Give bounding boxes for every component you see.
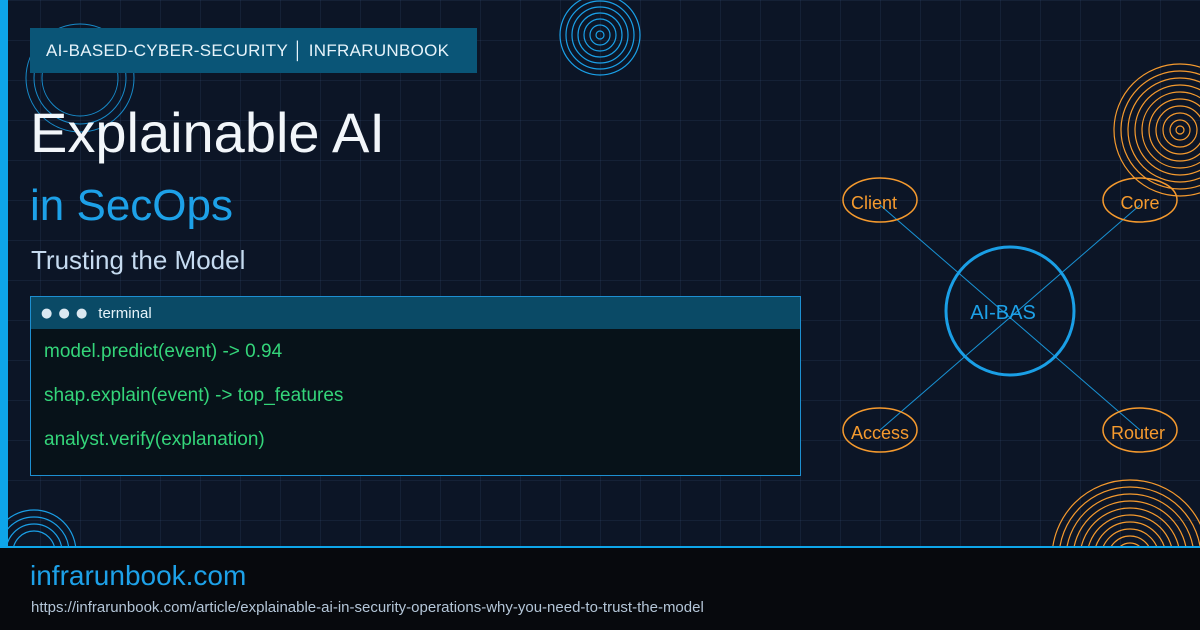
network-diagram: AI-BAS Client Core Access Router [842,177,1178,453]
diagram-center-label: AI-BAS [970,302,1036,324]
footer-site-link[interactable]: infrarunbook.com [30,560,246,592]
footer-url[interactable]: https://infrarunbook.com/article/explain… [31,599,704,617]
footer: infrarunbook.com https://infrarunbook.co… [0,546,1200,630]
diagram-node-access-label: Access [851,423,909,443]
diagram-node-router-label: Router [1111,423,1165,443]
diagram-node-client-label: Client [851,193,897,213]
diagram-node-core-label: Core [1120,193,1159,213]
